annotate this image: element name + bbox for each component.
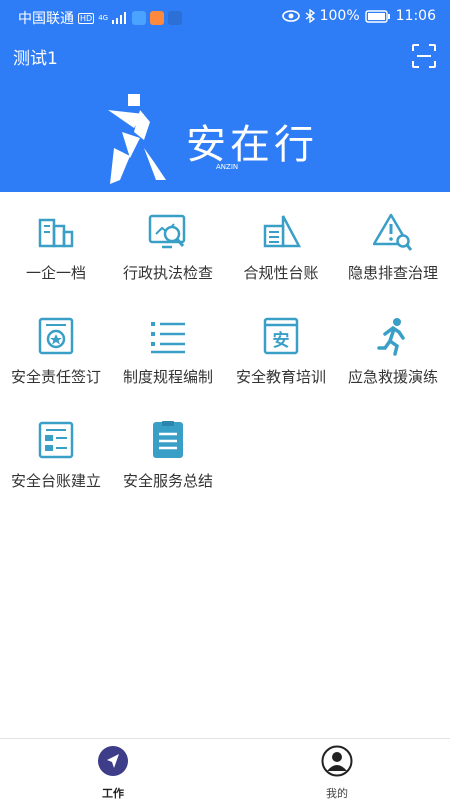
tab-label: 工作	[102, 787, 124, 800]
tile-law-enforcement[interactable]: 行政执法检查	[112, 192, 224, 282]
svg-text:安: 安	[273, 330, 290, 351]
tile-compliance-ledger[interactable]: 合规性台账	[225, 192, 337, 282]
scan-icon[interactable]	[411, 43, 437, 69]
tile-regulation-drafting[interactable]: 制度规程编制	[112, 296, 224, 386]
bottom-tab-bar: 工作 我的	[0, 738, 450, 801]
carrier-name: 中国联通	[18, 11, 74, 27]
page-title: 测试1	[13, 49, 58, 69]
tile-ledger-setup[interactable]: 安全台账建立	[0, 400, 112, 490]
brand-name: 安在行	[186, 122, 318, 168]
hazard-search-icon	[373, 213, 413, 251]
tile-service-summary[interactable]: 安全服务总结	[112, 400, 224, 490]
tile-label: 制度规程编制	[122, 368, 213, 386]
eye-icon	[281, 10, 300, 22]
game-app-icon	[150, 11, 165, 25]
clock-time: 11:06	[395, 8, 436, 24]
network-type: 4G	[98, 14, 109, 22]
title-bar: 测试1	[0, 38, 450, 72]
status-right: 100% 11:06	[281, 8, 436, 24]
clipboard-icon	[153, 421, 183, 458]
tile-safety-education[interactable]: 安 安全教育培训	[225, 296, 337, 386]
tab-label: 我的	[326, 787, 348, 800]
hd-badge: HD	[78, 12, 95, 24]
tile-label: 安全教育培训	[235, 368, 326, 386]
tile-label: 安全责任签订	[10, 368, 101, 386]
bluetooth-icon	[305, 9, 315, 23]
shield-app-icon	[132, 11, 147, 25]
tile-responsibility-sign[interactable]: 安全责任签订	[0, 296, 112, 386]
tile-label: 行政执法检查	[122, 264, 213, 282]
tile-label: 安全服务总结	[122, 472, 213, 490]
app-header: 中国联通 HD 4G 100% 11:06 测试1 安在行 ANZIN	[0, 0, 450, 192]
tile-label: 安全台账建立	[10, 472, 101, 490]
tile-label: 一企一档	[25, 264, 86, 282]
running-person-icon	[377, 318, 405, 356]
ledger-icon	[263, 215, 301, 248]
form-icon	[38, 421, 74, 459]
inspection-chart-icon	[148, 214, 186, 249]
tile-emergency-drill[interactable]: 应急救援演练	[337, 296, 449, 386]
tile-enterprise-file[interactable]: 一企一档	[0, 192, 112, 282]
status-left: 中国联通 HD 4G	[18, 8, 183, 28]
tile-hazard-governance[interactable]: 隐患排查治理	[337, 192, 449, 282]
list-icon	[151, 322, 185, 354]
battery-percent: 100%	[319, 8, 360, 24]
bulb-app-icon	[168, 11, 183, 25]
education-book-icon: 安	[263, 317, 299, 355]
tile-label: 隐患排查治理	[347, 264, 438, 282]
certificate-icon	[38, 317, 74, 355]
status-bar: 中国联通 HD 4G 100% 11:06	[0, 0, 450, 32]
tile-label: 应急救援演练	[347, 368, 438, 386]
tab-work[interactable]: 工作	[83, 745, 143, 800]
user-icon	[321, 745, 353, 777]
navigation-arrow-icon	[98, 746, 128, 776]
battery-icon	[364, 9, 390, 23]
tab-mine[interactable]: 我的	[307, 745, 367, 800]
building-icon	[38, 218, 74, 248]
brand-sub: ANZIN	[216, 163, 239, 171]
tile-label: 合规性台账	[243, 264, 319, 282]
signal-icon	[112, 12, 127, 24]
